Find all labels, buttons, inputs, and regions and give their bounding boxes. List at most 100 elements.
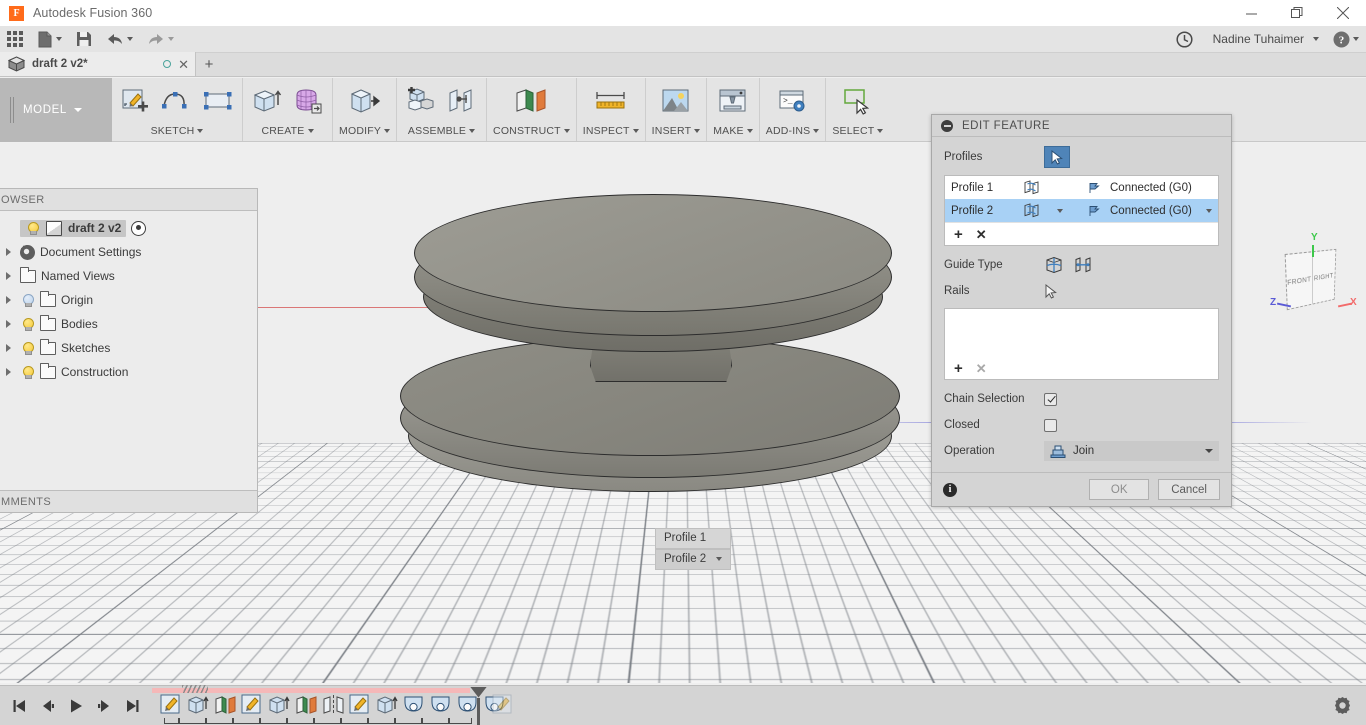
- visibility-bulb-icon[interactable]: [25, 221, 40, 236]
- timeline-feature-sketch[interactable]: [241, 694, 264, 716]
- 3d-model-body[interactable]: [400, 158, 900, 568]
- timeline-feature-fillet[interactable]: [430, 694, 453, 716]
- maximize-button[interactable]: [1274, 0, 1320, 26]
- profile-loft-icon[interactable]: [1023, 180, 1057, 195]
- new-tab-button[interactable]: +: [196, 52, 222, 76]
- timeline-feature-extrude[interactable]: [187, 694, 210, 716]
- remove-profile-icon[interactable]: ✕: [976, 228, 987, 241]
- 3d-print-icon[interactable]: [715, 84, 751, 118]
- profile-continuity[interactable]: Connected (G0): [1089, 205, 1212, 217]
- document-tab[interactable]: draft 2 v2* ✕: [0, 52, 196, 76]
- info-icon[interactable]: i: [943, 482, 957, 497]
- profiles-table-row[interactable]: Profile 1 Connected (G0): [945, 176, 1218, 199]
- expand-arrow[interactable]: [1, 344, 15, 352]
- view-cube[interactable]: FRONT RIGHT Y X Z: [1262, 231, 1366, 331]
- view-cube-face-front[interactable]: FRONT: [1285, 252, 1313, 310]
- help-button[interactable]: ?: [1326, 26, 1366, 53]
- timeline-playhead-marker[interactable]: [470, 686, 487, 725]
- step-back-button[interactable]: [36, 693, 60, 719]
- workspace-selector[interactable]: MODEL: [0, 78, 112, 142]
- ribbon-group-label-addins[interactable]: ADD-INS: [766, 125, 820, 138]
- timeline-feature-loft[interactable]: [214, 694, 237, 716]
- centerline-icon[interactable]: [1073, 256, 1093, 275]
- rectangle-icon[interactable]: [200, 84, 236, 118]
- timeline-feature-loft[interactable]: [295, 694, 318, 716]
- undo-button[interactable]: [99, 26, 140, 53]
- ribbon-group-label-select[interactable]: SELECT: [832, 125, 884, 138]
- save-button[interactable]: [69, 26, 99, 53]
- press-pull-icon[interactable]: [347, 84, 383, 118]
- joint-icon[interactable]: [444, 84, 480, 118]
- operation-dropdown[interactable]: Join: [1044, 441, 1219, 461]
- user-account-button[interactable]: Nadine Tuhaimer: [1200, 26, 1326, 53]
- browser-item-construction[interactable]: Construction: [0, 360, 257, 384]
- ribbon-group-label-inspect[interactable]: INSPECT: [583, 125, 639, 138]
- remove-rail-icon[interactable]: ✕: [976, 362, 987, 375]
- rails-list[interactable]: + ✕: [944, 308, 1219, 380]
- timeline-feature-in-edit[interactable]: [492, 694, 515, 716]
- go-to-beginning-button[interactable]: [8, 693, 32, 719]
- file-menu-button[interactable]: [31, 26, 69, 53]
- step-forward-button[interactable]: [92, 693, 116, 719]
- comments-header[interactable]: MMENTS: [0, 490, 257, 512]
- profile-loft-icon[interactable]: [1023, 203, 1057, 218]
- browser-item-named-views[interactable]: Named Views: [0, 264, 257, 288]
- minimize-button[interactable]: [1228, 0, 1274, 26]
- browser-item-document-settings[interactable]: Document Settings: [0, 240, 257, 264]
- close-tab-icon[interactable]: ✕: [178, 58, 189, 71]
- measure-icon[interactable]: [593, 84, 629, 118]
- timeline-settings-button[interactable]: [1333, 696, 1366, 715]
- timeline-feature-extrude[interactable]: [268, 694, 291, 716]
- view-cube-face-right[interactable]: RIGHT: [1312, 249, 1336, 304]
- profile-options-caret[interactable]: [1057, 208, 1089, 213]
- profile-continuity[interactable]: Connected (G0): [1089, 182, 1212, 194]
- browser-root-row[interactable]: draft 2 v2: [0, 216, 257, 240]
- visibility-bulb-icon[interactable]: [20, 365, 35, 380]
- ok-button[interactable]: OK: [1089, 479, 1150, 500]
- create-sketch-icon[interactable]: [118, 84, 154, 118]
- ribbon-group-label-construct[interactable]: CONSTRUCT: [493, 125, 570, 138]
- browser-root-pill[interactable]: draft 2 v2: [20, 219, 127, 237]
- redo-button[interactable]: [140, 26, 181, 53]
- insert-image-icon[interactable]: [658, 84, 694, 118]
- add-rail-icon[interactable]: +: [954, 361, 963, 376]
- ribbon-group-label-make[interactable]: MAKE: [713, 125, 753, 138]
- job-status-button[interactable]: [1169, 26, 1200, 53]
- cancel-button[interactable]: Cancel: [1158, 479, 1220, 500]
- visibility-bulb-icon[interactable]: [20, 317, 35, 332]
- ribbon-group-label-modify[interactable]: MODIFY: [339, 125, 391, 138]
- activate-component-icon[interactable]: [131, 220, 147, 236]
- scripts-addins-icon[interactable]: >_: [775, 84, 811, 118]
- extrude-icon[interactable]: [249, 84, 285, 118]
- visibility-bulb-icon[interactable]: [20, 293, 35, 308]
- spline-icon[interactable]: [159, 84, 195, 118]
- rails-select-cursor-icon[interactable]: [1044, 283, 1057, 299]
- play-button[interactable]: [64, 693, 88, 719]
- expand-arrow[interactable]: [1, 320, 15, 328]
- timeline-feature-mirror[interactable]: [322, 694, 345, 716]
- expand-arrow[interactable]: [1, 272, 15, 280]
- ribbon-group-label-sketch[interactable]: SKETCH: [151, 125, 204, 138]
- ribbon-group-label-assemble[interactable]: ASSEMBLE: [408, 125, 476, 138]
- viewport-chip-profile-2[interactable]: Profile 2: [655, 549, 732, 570]
- chevron-down-icon[interactable]: [716, 557, 723, 561]
- timeline-feature-sketch[interactable]: [349, 694, 372, 716]
- chain-selection-checkbox[interactable]: [1044, 392, 1057, 406]
- dialog-header[interactable]: EDIT FEATURE: [932, 115, 1231, 137]
- timeline-track[interactable]: [152, 684, 512, 725]
- close-button[interactable]: [1320, 0, 1366, 26]
- ribbon-group-label-insert[interactable]: INSERT: [652, 125, 701, 138]
- go-to-end-button[interactable]: [120, 693, 144, 719]
- add-profile-icon[interactable]: +: [954, 227, 963, 242]
- new-component-icon[interactable]: [403, 84, 439, 118]
- visibility-bulb-icon[interactable]: [20, 341, 35, 356]
- view-cube-body[interactable]: FRONT RIGHT: [1284, 248, 1337, 311]
- offset-plane-icon[interactable]: [513, 84, 549, 118]
- browser-item-origin[interactable]: Origin: [0, 288, 257, 312]
- collapse-minus-icon[interactable]: [941, 119, 953, 132]
- browser-item-sketches[interactable]: Sketches: [0, 336, 257, 360]
- show-data-panel-button[interactable]: [0, 26, 31, 53]
- timeline-feature-extrude[interactable]: [376, 694, 399, 716]
- expand-arrow[interactable]: [1, 248, 15, 256]
- rails-cube-icon[interactable]: [1044, 256, 1064, 275]
